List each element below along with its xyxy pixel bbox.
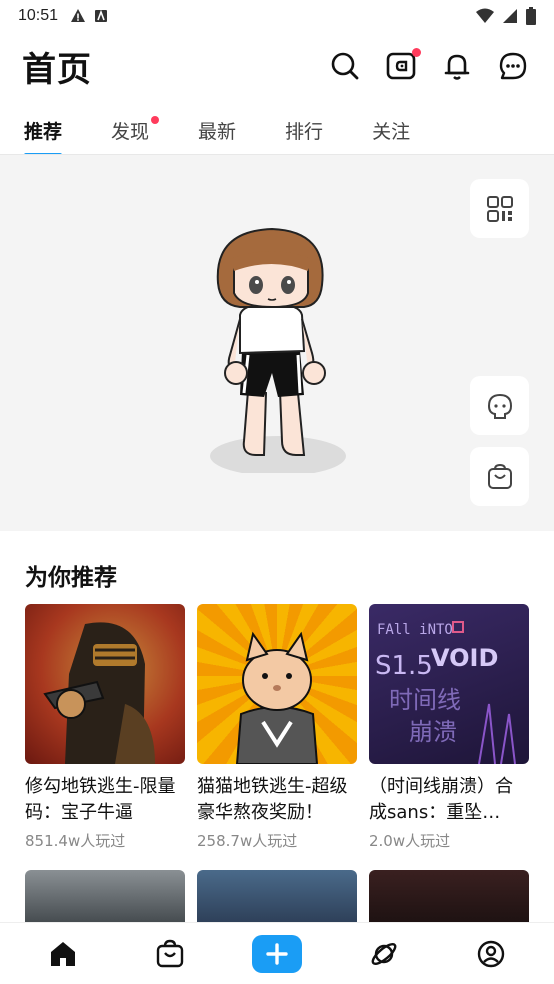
soldier-art [43, 622, 155, 764]
nav-home[interactable] [33, 929, 93, 979]
avatar-edit-button[interactable] [470, 376, 529, 435]
game-title: （时间线崩溃）合成sans：重坠… [369, 776, 513, 823]
recommend-list-row-2 [25, 870, 529, 930]
notifications-button[interactable] [438, 47, 476, 85]
game-card[interactable]: 猫猫地铁逃生-超级豪华熬夜奖励！ 258.7w人玩过 [197, 604, 357, 851]
plus-icon [266, 942, 288, 965]
home-icon [51, 941, 76, 966]
tab-discover[interactable]: 发现 [111, 110, 160, 150]
void-subtitle-2: 崩溃 [409, 718, 457, 746]
wallet-badge [412, 48, 421, 57]
nav-shop[interactable] [140, 929, 200, 979]
app-notification-icon [95, 9, 108, 22]
avatar-face-icon [487, 393, 512, 419]
nav-profile[interactable] [461, 929, 521, 979]
wallet-icon [386, 52, 416, 80]
app-header: 首页 [0, 36, 554, 96]
game-title: 修勾地铁逃生-限量码：宝子牛逼 [25, 776, 176, 823]
game-thumbnail [369, 870, 529, 930]
tab-latest[interactable]: 最新 [198, 110, 236, 150]
nav-explore[interactable] [354, 929, 414, 979]
bag-icon [156, 939, 184, 967]
battery-icon [526, 7, 536, 25]
shop-bag-icon [487, 463, 512, 489]
game-thumbnail [197, 604, 357, 764]
warning-icon [71, 9, 86, 22]
bottom-nav [0, 922, 554, 984]
void-art: FAll iNTO S1.5 VOID 时间线 崩溃 [375, 621, 516, 764]
qr-code-icon [486, 195, 513, 222]
game-title: 猫猫地铁逃生-超级豪华熬夜奖励！ [197, 776, 348, 823]
game-card[interactable] [197, 870, 357, 930]
void-version-text: S1.5 [375, 651, 433, 681]
bell-icon [444, 54, 470, 80]
search-button[interactable] [326, 47, 364, 85]
game-card[interactable]: FAll iNTO S1.5 VOID 时间线 崩溃 （时间线崩溃）合成sans… [369, 604, 529, 851]
tab-bar: 推荐 发现 最新 排行 关注 [0, 106, 554, 157]
status-bar: 10:51 [0, 0, 554, 32]
game-card[interactable]: 修勾地铁逃生-限量码：宝子牛逼 851.4w人玩过 [25, 604, 185, 851]
nav-create[interactable] [247, 929, 307, 979]
wifi-icon [476, 8, 494, 23]
void-logo-text: VOID [431, 644, 498, 672]
avatar-character[interactable] [200, 223, 360, 473]
message-icon [499, 52, 527, 80]
tab-recommend[interactable]: 推荐 [24, 110, 63, 157]
search-icon [331, 52, 359, 80]
tab-discover-badge [151, 116, 160, 124]
game-thumbnail: FAll iNTO S1.5 VOID 时间线 崩溃 [369, 604, 529, 764]
planet-icon [371, 942, 397, 965]
cat-soldier-art [235, 631, 319, 764]
game-thumbnail [25, 870, 185, 930]
tab-following[interactable]: 关注 [372, 110, 410, 150]
game-card[interactable] [25, 870, 185, 930]
qr-code-button[interactable] [470, 179, 529, 238]
game-thumbnail [197, 870, 357, 930]
game-thumbnail [25, 604, 185, 764]
void-subtitle-1: 时间线 [389, 686, 461, 714]
create-button[interactable] [251, 934, 302, 973]
signal-icon [503, 9, 517, 23]
play-count: 2.0w人玩过 [369, 832, 451, 850]
messages-button[interactable] [494, 47, 532, 85]
play-count: 258.7w人玩过 [197, 832, 298, 850]
profile-icon [477, 940, 504, 967]
recommend-list: 修勾地铁逃生-限量码：宝子牛逼 851.4w人玩过 猫猫地铁逃生-超级豪华熬夜奖… [25, 604, 529, 851]
avatar-showcase [0, 155, 554, 531]
void-title-text: FAll iNTO [377, 622, 453, 638]
section-title-recommend: 为你推荐 [25, 565, 117, 591]
shop-button[interactable] [470, 447, 529, 506]
tab-ranking[interactable]: 排行 [285, 110, 323, 150]
page-title: 首页 [22, 49, 92, 90]
play-count: 851.4w人玩过 [25, 832, 126, 850]
status-time: 10:51 [18, 7, 59, 24]
wallet-button[interactable] [382, 47, 421, 85]
game-card[interactable] [369, 870, 529, 930]
